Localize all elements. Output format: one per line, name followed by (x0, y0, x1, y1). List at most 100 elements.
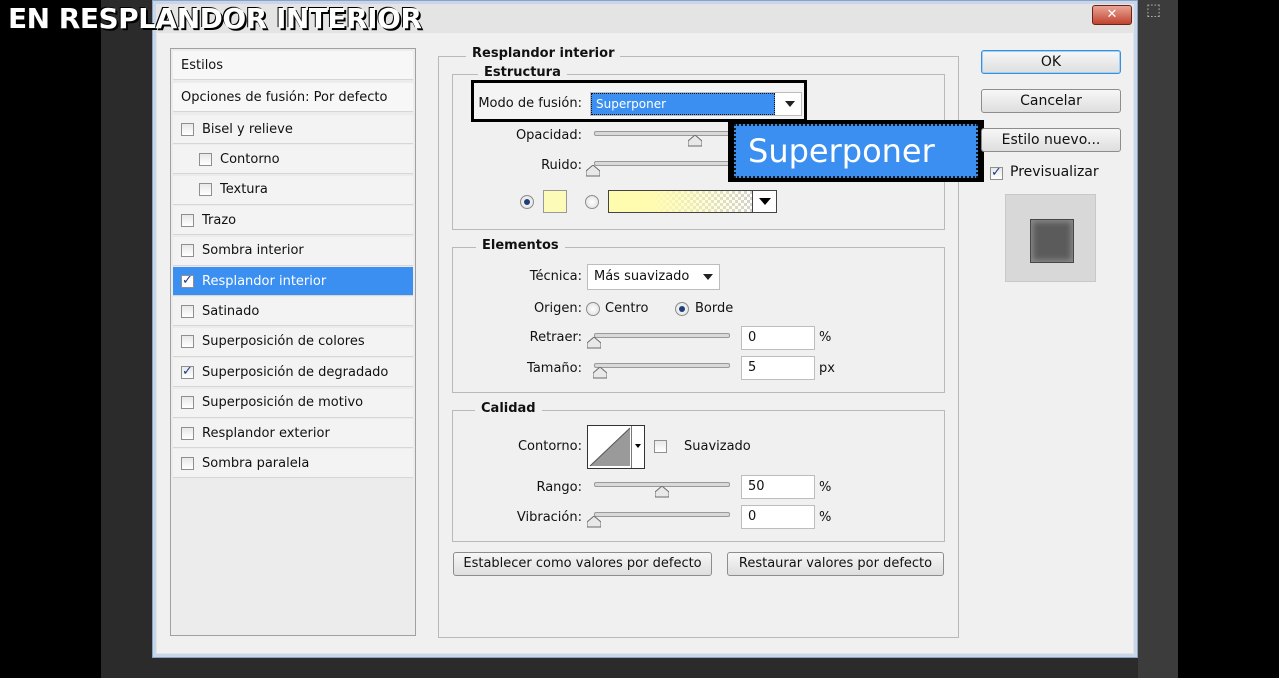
contour-dropdown-button[interactable] (631, 426, 644, 468)
styles-list: Estilos Opciones de fusión: Por defecto … (170, 48, 416, 636)
opacity-label: Opacidad: (515, 128, 582, 143)
blend-mode-select[interactable]: Superponer (590, 92, 802, 116)
3d-cube-icon[interactable]: ⬚ (1146, 0, 1168, 22)
style-item-checkbox[interactable] (199, 183, 212, 197)
technique-select[interactable]: Más suavizado (587, 264, 720, 290)
origin-label: Origen: (533, 301, 582, 316)
blend-mode-value: Superponer (591, 93, 775, 115)
jitter-unit: % (819, 510, 832, 525)
style-item[interactable]: Satinado (173, 297, 413, 327)
styles-header[interactable]: Estilos (173, 51, 413, 80)
style-item-checkbox[interactable] (181, 304, 194, 318)
style-item-checkbox[interactable] (181, 122, 194, 136)
jitter-label: Vibración: (516, 510, 582, 525)
size-input[interactable]: 5 (741, 356, 815, 380)
style-item[interactable]: Sombra interior (173, 236, 413, 266)
style-item-checkbox[interactable] (199, 152, 212, 166)
style-item[interactable]: Textura (173, 175, 413, 205)
jitter-input[interactable]: 0 (741, 505, 815, 529)
style-item[interactable]: Resplandor exterior (173, 419, 413, 448)
range-unit: % (819, 480, 832, 495)
origin-edge-label[interactable]: Borde (695, 301, 733, 316)
style-item[interactable]: Superposición de motivo (173, 388, 413, 418)
style-item-label: Resplandor interior (202, 273, 327, 289)
style-item[interactable]: Bisel y relieve (173, 115, 413, 144)
close-button[interactable]: ✕ (1092, 5, 1132, 25)
style-item[interactable]: Resplandor interior (173, 267, 413, 296)
style-item-checkbox[interactable] (181, 273, 194, 288)
origin-center-radio[interactable] (586, 302, 600, 316)
style-item-label: Sombra interior (202, 243, 304, 259)
size-label: Tamaño: (527, 361, 582, 376)
choke-slider[interactable] (594, 333, 730, 338)
style-item-checkbox[interactable] (181, 396, 194, 410)
antialias-label[interactable]: Suavizado (684, 439, 751, 454)
blending-options[interactable]: Opciones de fusión: Por defecto (173, 83, 413, 112)
style-item-checkbox[interactable] (181, 213, 194, 227)
style-item-label: Resplandor exterior (202, 425, 330, 441)
jitter-slider[interactable] (594, 512, 730, 517)
zoom-callout: Superponer (728, 120, 984, 182)
origin-edge-radio[interactable] (675, 302, 689, 316)
style-item[interactable]: Contorno (173, 145, 413, 175)
chevron-down-icon (759, 198, 771, 205)
noise-slider-thumb[interactable] (586, 165, 600, 177)
choke-slider-thumb[interactable] (587, 337, 601, 349)
origin-center-label[interactable]: Centro (605, 301, 648, 316)
style-item-checkbox[interactable] (181, 244, 194, 258)
technique-label: Técnica: (529, 269, 582, 284)
style-item-checkbox[interactable] (181, 456, 194, 470)
preview-label[interactable]: Previsualizar (1010, 164, 1099, 180)
antialias-checkbox[interactable] (654, 440, 667, 453)
chevron-down-icon (785, 101, 795, 107)
jitter-slider-thumb[interactable] (587, 516, 601, 528)
cancel-button[interactable]: Cancelar (981, 89, 1121, 113)
choke-input[interactable]: 0 (741, 326, 815, 350)
gradient-dropdown-button[interactable] (752, 191, 776, 212)
size-unit: px (819, 361, 835, 376)
chevron-down-icon (703, 274, 713, 280)
contour-picker[interactable] (587, 425, 645, 469)
zoom-callout-text: Superponer (734, 124, 978, 178)
gradient-radio[interactable] (585, 195, 599, 209)
style-item[interactable]: Superposición de degradado (173, 358, 413, 388)
style-item-checkbox[interactable] (181, 335, 194, 349)
blend-mode-label: Modo de fusión: (478, 96, 582, 111)
gradient-picker[interactable] (608, 190, 777, 213)
range-label: Rango: (536, 480, 582, 495)
size-slider-thumb[interactable] (593, 367, 607, 379)
style-item-checkbox[interactable] (181, 364, 194, 379)
size-slider[interactable] (594, 363, 730, 368)
new-style-button[interactable]: Estilo nuevo... (981, 128, 1121, 152)
elements-title: Elementos (476, 238, 565, 253)
noise-label: Ruido: (541, 158, 582, 173)
solid-color-radio[interactable] (520, 195, 534, 209)
style-item[interactable]: Sombra paralela (173, 449, 413, 479)
range-slider-thumb[interactable] (655, 486, 669, 498)
color-swatch[interactable] (543, 190, 567, 213)
style-preview (1005, 194, 1096, 282)
style-item-checkbox[interactable] (181, 426, 194, 440)
style-item-label: Textura (220, 182, 268, 198)
choke-label: Retraer: (529, 330, 582, 345)
style-item-label: Trazo (202, 212, 237, 228)
noise-slider[interactable] (594, 161, 734, 166)
make-default-button[interactable]: Establecer como valores por defecto (453, 552, 712, 576)
opacity-slider-thumb[interactable] (688, 135, 702, 147)
right-panel-strip: ⬚ (1138, 0, 1178, 678)
style-item-label: Superposición de colores (202, 334, 365, 350)
style-item[interactable]: Superposición de colores (173, 327, 413, 357)
contour-preview-icon (589, 427, 631, 467)
style-item-label: Superposición de motivo (202, 395, 364, 411)
style-item[interactable]: Trazo (173, 206, 413, 236)
range-input[interactable]: 50 (741, 475, 815, 499)
opacity-slider[interactable] (594, 131, 734, 136)
preview-checkbox[interactable] (990, 165, 1003, 180)
style-item-label: Bisel y relieve (202, 121, 293, 137)
ok-button[interactable]: OK (981, 50, 1121, 74)
style-item-label: Contorno (220, 151, 280, 167)
structure-title: Estructura (478, 65, 567, 80)
chevron-down-icon (635, 444, 641, 448)
quality-title: Calidad (475, 401, 542, 416)
reset-default-button[interactable]: Restaurar valores por defecto (727, 552, 944, 576)
